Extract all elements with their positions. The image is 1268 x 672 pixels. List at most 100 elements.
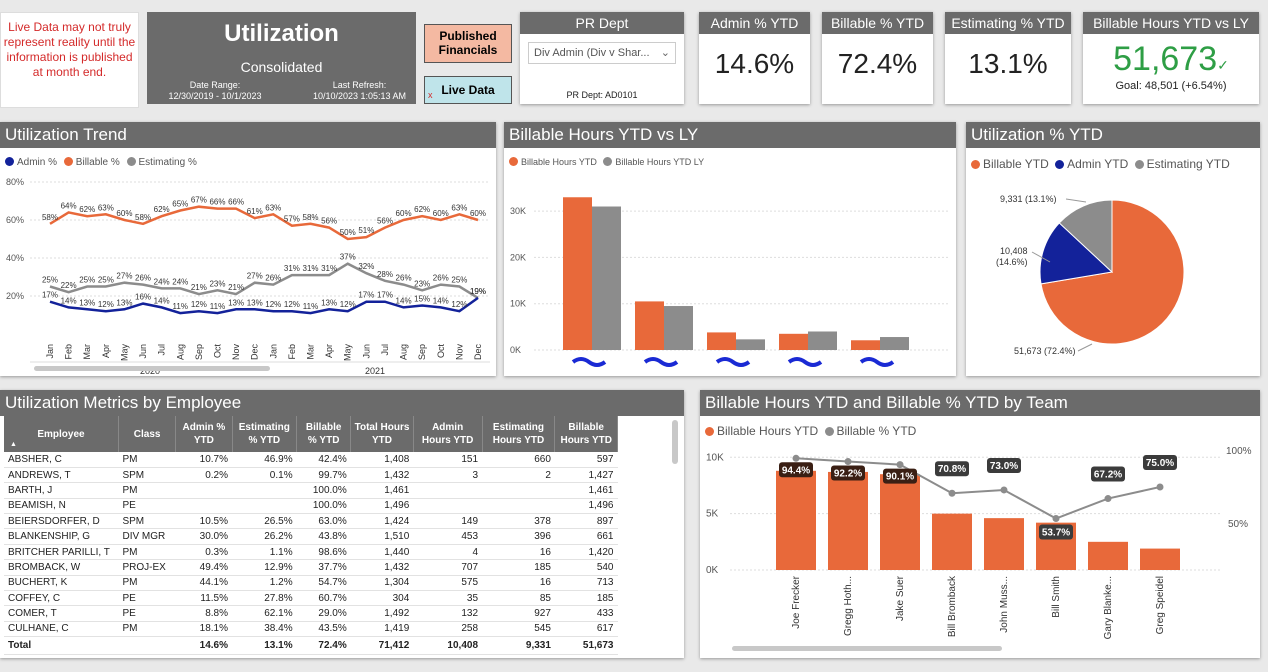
col-admin-hours[interactable]: Admin Hours YTD: [413, 416, 483, 452]
pct-label: 75.0%: [1146, 458, 1174, 469]
live-data-button[interactable]: x Live Data: [424, 76, 512, 104]
data-label: 17%: [377, 291, 393, 300]
col-employee[interactable]: Employee ▲: [4, 416, 119, 452]
table-cell: 8.8%: [175, 605, 233, 622]
x-tick-label: Mar: [306, 344, 316, 360]
data-label: 14%: [61, 296, 77, 305]
y-tick-label: 20%: [6, 291, 24, 301]
metrics-title: Utilization Metrics by Employee: [0, 390, 684, 416]
table-cell: 98.6%: [296, 544, 351, 561]
col-billable-hours[interactable]: Billable Hours YTD: [554, 416, 618, 452]
table-row[interactable]: COMER, T PE 8.8% 62.1% 29.0% 1,492 132 927 433: [4, 605, 618, 622]
col-billable-pct[interactable]: Billable % YTD: [296, 416, 352, 452]
table-cell: 99.7%: [296, 467, 351, 484]
col-total-hours[interactable]: Total Hours YTD: [350, 416, 414, 452]
data-label: 26%: [135, 274, 151, 283]
date-range-label: Date Range:: [189, 80, 241, 90]
table-row[interactable]: BLANKENSHIP, G DIV MGR 30.0% 26.2% 43.8% 1,51…: [4, 528, 618, 545]
table-cell: 43.5%: [296, 621, 351, 638]
table-cell: BARTH, J: [4, 482, 119, 499]
x-tick-label: Bill Smith: [1051, 576, 1062, 618]
pr-dept-code: PR Dept: AD0101: [566, 90, 638, 100]
table-cell: 545: [482, 621, 555, 638]
table-cell: DIV MGR: [118, 528, 176, 545]
table-row[interactable]: COFFEY, C PE 11.5% 27.8% 60.7% 304 35 85 185: [4, 590, 618, 607]
hours-kpi-title: Billable Hours YTD vs LY: [1083, 12, 1259, 34]
table-row[interactable]: ABSHER, C PM 10.7% 46.9% 42.4% 1,408 151 660 597: [4, 452, 618, 468]
table-row[interactable]: BARTH, J PM 100.0% 1,461 1,461: [4, 482, 618, 499]
table-cell: [175, 498, 233, 515]
data-label: 13%: [228, 298, 244, 307]
x-tick-label: Jun: [138, 344, 148, 359]
billable-kpi-card: Billable % YTD 72.4%: [822, 12, 933, 104]
data-label: 60%: [116, 209, 132, 218]
estimating-kpi-card: Estimating % YTD 13.1%: [945, 12, 1071, 104]
table-cell: 85: [482, 590, 555, 607]
billable-kpi-title: Billable % YTD: [822, 12, 933, 34]
data-label: 28%: [377, 270, 393, 279]
last-refresh-label: Last Refresh:: [332, 80, 387, 90]
data-label: 27%: [247, 272, 263, 281]
col-estimating-pct[interactable]: Estimating % YTD: [232, 416, 298, 452]
table-cell: 1,510: [350, 528, 414, 545]
x-tick-label: Dec: [250, 344, 260, 361]
table-cell: 16: [482, 544, 555, 561]
table-cell: 927: [482, 605, 555, 622]
warning-text: Live Data may not truly represent realit…: [3, 20, 136, 79]
table-cell: 1,424: [350, 513, 414, 530]
table-row[interactable]: ANDREWS, T SPM 0.2% 0.1% 99.7% 1,432 3 2 1,427: [4, 467, 618, 484]
table-cell: 661: [554, 528, 618, 545]
table-cell: PM: [118, 544, 176, 561]
data-label: 67%: [191, 196, 207, 205]
team-scrollbar[interactable]: [732, 646, 1002, 651]
data-label: 13%: [79, 298, 95, 307]
published-financials-button[interactable]: Published Financials: [424, 24, 512, 63]
data-label: 24%: [172, 277, 188, 286]
pr-dept-dropdown[interactable]: Div Admin (Div v Shar... ⌄: [528, 42, 676, 64]
pct-point: [1000, 486, 1008, 494]
data-label: 24%: [154, 277, 170, 286]
table-cell: 26.5%: [232, 513, 297, 530]
table-row[interactable]: BEAMISH, N PE 100.0% 1,496 1,496: [4, 498, 618, 515]
trend-scrollbar[interactable]: [34, 366, 270, 371]
data-label: 62%: [79, 205, 95, 214]
bar-billable-ytd: [779, 333, 808, 350]
table-row[interactable]: BUCHERT, K PM 44.1% 1.2% 54.7% 1,304 575 16 713: [4, 575, 618, 592]
x-tick-label: Bill Bromback: [947, 575, 958, 637]
metrics-scrollbar[interactable]: [672, 420, 678, 464]
data-label: 66%: [228, 198, 244, 207]
x-tick-label: Aug: [399, 344, 409, 360]
col-admin-pct[interactable]: Admin % YTD: [175, 416, 233, 452]
pie-label-estimating: 9,331 (13.1%): [1000, 194, 1057, 204]
estimating-kpi-value: 13.1%: [968, 48, 1048, 79]
table-row[interactable]: CULHANE, C PM 18.1% 38.4% 43.5% 1,419 258 545 61…: [4, 621, 618, 638]
table-cell: 16: [482, 575, 555, 592]
table-total-cell: 72.4%: [296, 636, 351, 656]
pct-point: [844, 458, 852, 466]
table-cell: PE: [118, 498, 176, 515]
bar-billable-ytd: [851, 340, 880, 350]
table-cell: 54.7%: [296, 575, 351, 592]
data-label: 50%: [340, 228, 356, 237]
table-cell: 575: [413, 575, 483, 592]
bar-team-hours: [1140, 548, 1180, 570]
data-label: 63%: [265, 203, 281, 212]
table-row[interactable]: BEIERSDORFER, D SPM 10.5% 26.5% 63.0% 1,424 14…: [4, 513, 618, 530]
redacted-category-label: [787, 357, 823, 367]
y2-tick-label: 50%: [1228, 519, 1248, 530]
pct-point: [792, 454, 800, 462]
pie-label-billable: 51,673 (72.4%): [1014, 346, 1076, 356]
table-cell: 43.8%: [296, 528, 351, 545]
table-cell: COFFEY, C: [4, 590, 119, 607]
table-cell: 378: [482, 513, 555, 530]
col-class[interactable]: Class: [118, 416, 177, 452]
table-cell: 1.1%: [232, 544, 297, 561]
x-tick-label: Gary Blanke...: [1103, 576, 1114, 639]
table-cell: BRITCHER PARILLI, T: [4, 544, 119, 561]
table-row[interactable]: BROMBACK, W PROJ-EX 49.4% 12.9% 37.7% 1,432 70…: [4, 559, 618, 576]
data-label: 60%: [470, 209, 486, 218]
pr-dept-selected: Div Admin (Div v Shar...: [534, 47, 650, 59]
col-estimating-hours[interactable]: Estimating Hours YTD: [482, 416, 556, 452]
y-tick-label: 0K: [510, 345, 521, 355]
table-row[interactable]: BRITCHER PARILLI, T PM 0.3% 1.1% 98.6% 1,440 4…: [4, 544, 618, 561]
